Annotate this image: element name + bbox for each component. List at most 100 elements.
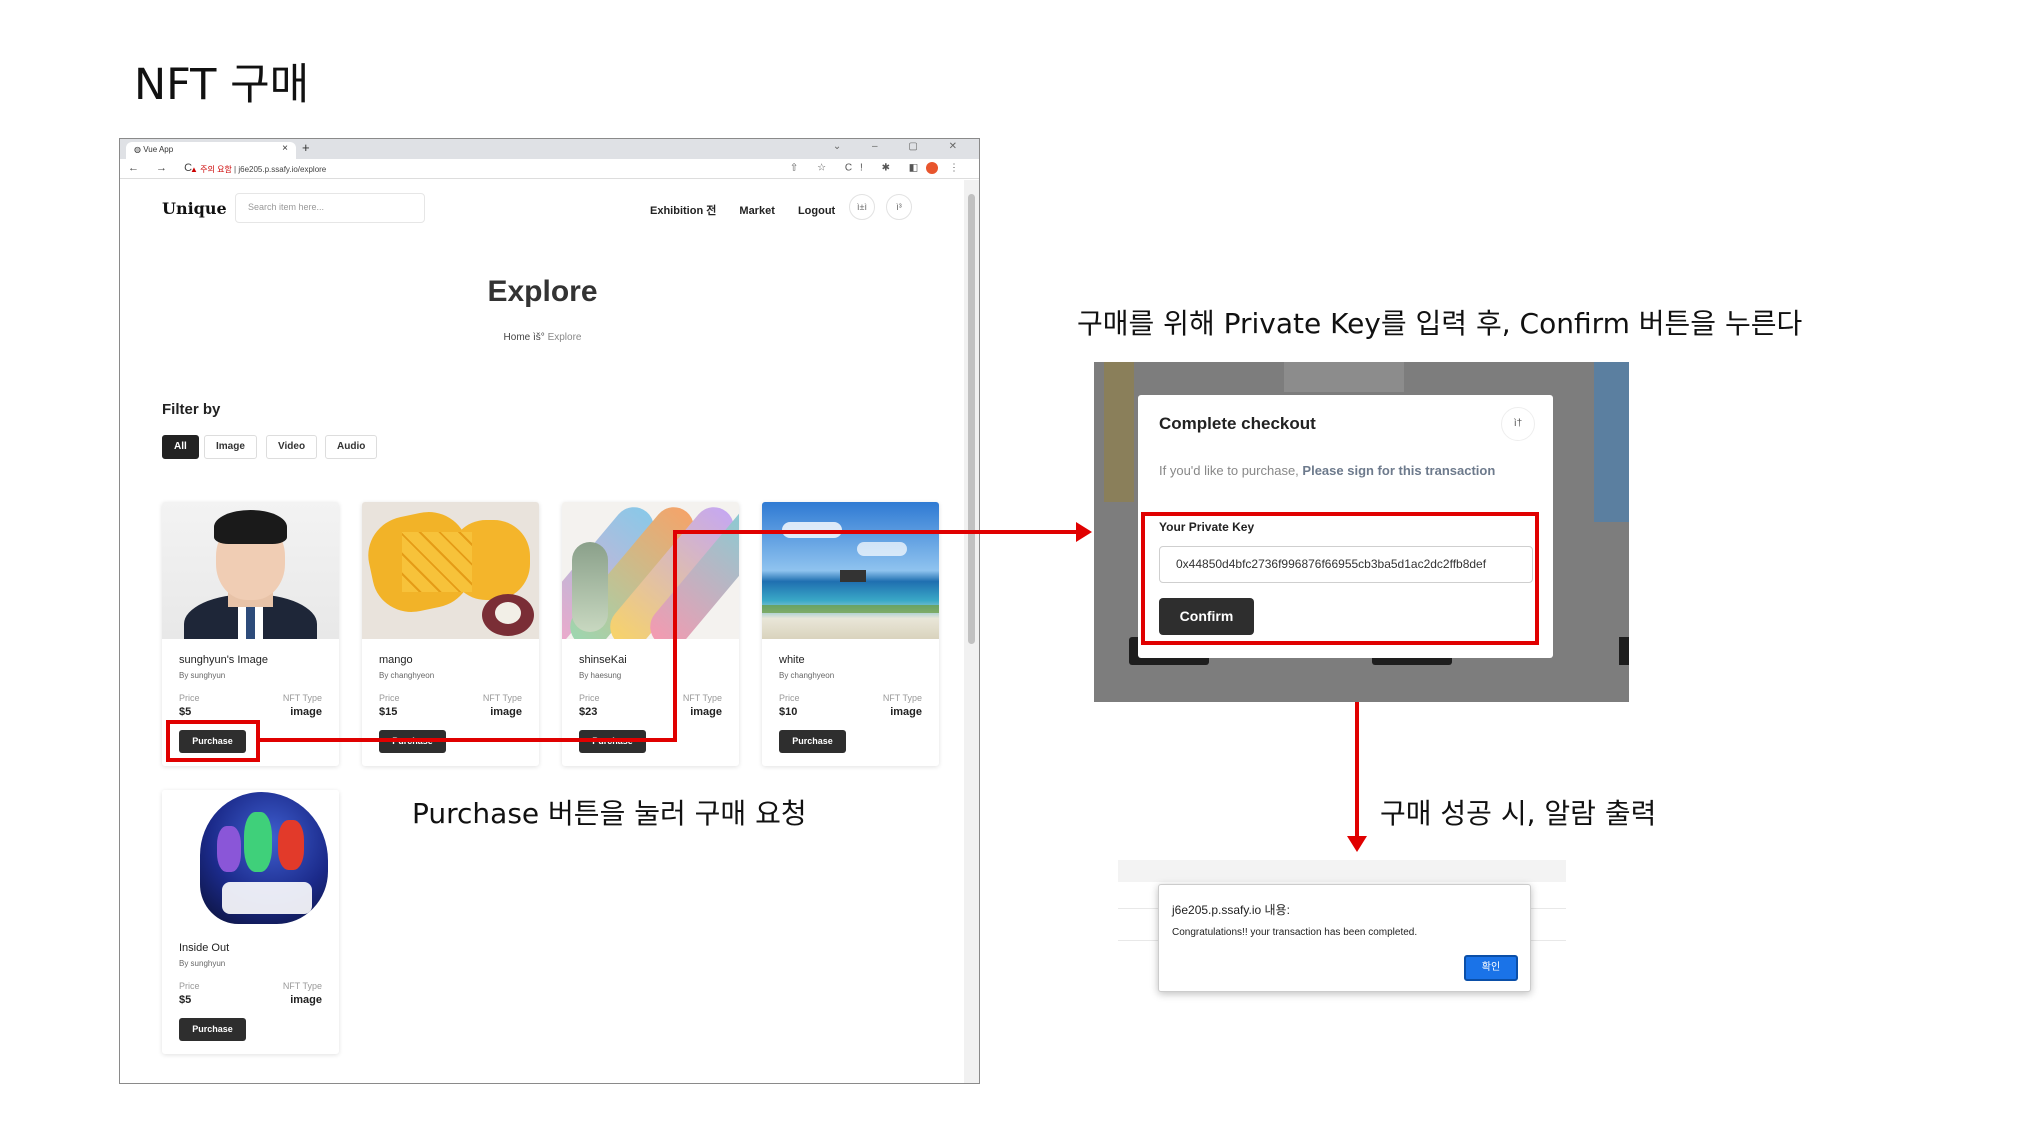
nft-image[interactable] bbox=[162, 790, 339, 927]
card-title[interactable]: sunghyun's Image bbox=[179, 654, 268, 666]
profile-avatar[interactable] bbox=[926, 162, 939, 174]
modal-subtitle-emphasis: Please sign for this transaction bbox=[1302, 463, 1496, 478]
close-icon[interactable]: ì† bbox=[1501, 407, 1535, 441]
type-value: image bbox=[490, 706, 522, 718]
slide-title: NFT 구매 bbox=[134, 60, 310, 110]
connector-line bbox=[673, 530, 677, 742]
nav-logout[interactable]: Logout bbox=[798, 205, 835, 217]
nav-arrows-icon[interactable]: ← → C bbox=[128, 162, 199, 174]
browser-tab[interactable]: ◍ Vue App × bbox=[126, 142, 296, 159]
price-label: Price bbox=[179, 693, 200, 703]
card-creator: By changhyeon bbox=[779, 671, 835, 680]
price-label: Price bbox=[579, 693, 600, 703]
top-nav: Exhibition 전 Market Logout bbox=[650, 202, 855, 218]
card-creator: By haesung bbox=[579, 671, 622, 680]
filter-all[interactable]: All bbox=[162, 435, 199, 459]
price-value: $5 bbox=[179, 994, 192, 1006]
price-label: Price bbox=[779, 693, 800, 703]
modal-title: Complete checkout bbox=[1159, 414, 1316, 433]
card-creator: By changhyeon bbox=[379, 671, 435, 680]
arrow-right-icon bbox=[1076, 522, 1092, 542]
card-creator: By sunghyun bbox=[179, 959, 226, 968]
price-label: Price bbox=[379, 693, 400, 703]
nft-image[interactable] bbox=[162, 502, 339, 639]
filter-audio[interactable]: Audio bbox=[325, 435, 378, 459]
extension-icons[interactable]: ⇧ ☆ C! ✱ ◧ ⋮ bbox=[790, 162, 967, 174]
search-input[interactable]: Search item here... bbox=[235, 193, 425, 223]
backdrop-button bbox=[1619, 637, 1629, 665]
type-label: NFT Type bbox=[482, 693, 522, 703]
alert-message: Congratulations!! your transaction has b… bbox=[1172, 927, 1418, 938]
filter-title: Filter by bbox=[162, 401, 221, 418]
window-controls[interactable]: ⌄ – ▢ ✕ bbox=[833, 141, 971, 152]
tab-title: Vue App bbox=[143, 145, 174, 154]
url-field[interactable]: ▲ 주의 요함 | j6e205.p.ssafy.io/explore bbox=[190, 164, 326, 175]
ok-button[interactable]: 확인 bbox=[1464, 955, 1518, 981]
nft-image[interactable] bbox=[562, 502, 739, 639]
backdrop-card bbox=[1284, 362, 1404, 392]
arrow-down-icon bbox=[1347, 836, 1367, 852]
site-logo[interactable]: Unique bbox=[162, 199, 227, 218]
caption-purchase: Purchase 버튼을 눌러 구매 요청 bbox=[412, 797, 807, 830]
nav-market[interactable]: Market bbox=[739, 205, 774, 217]
modal-subtitle-text: If you'd like to purchase, bbox=[1159, 463, 1303, 478]
connector-line bbox=[1355, 702, 1359, 840]
highlight-purchase bbox=[166, 720, 260, 762]
purchase-button[interactable]: Purchase bbox=[179, 1018, 246, 1041]
nav-exhibition[interactable]: Exhibition 전 bbox=[650, 205, 716, 217]
type-label: NFT Type bbox=[682, 693, 722, 703]
filter-video[interactable]: Video bbox=[266, 435, 318, 459]
price-value: $5 bbox=[179, 706, 192, 718]
tab-bar: ◍ Vue App × + ⌄ – ▢ ✕ bbox=[120, 139, 979, 159]
caption-alert: 구매 성공 시, 알람 출력 bbox=[1380, 797, 1657, 830]
nft-image[interactable] bbox=[762, 502, 939, 639]
type-label: NFT Type bbox=[882, 693, 922, 703]
breadcrumb-current: Explore bbox=[547, 332, 582, 343]
nft-image[interactable] bbox=[362, 502, 539, 639]
alert-title: j6e205.p.ssafy.io 내용: bbox=[1172, 903, 1290, 917]
profile-icon[interactable]: ì³ bbox=[886, 194, 912, 220]
backdrop-card bbox=[1104, 362, 1134, 502]
nft-card: Inside Out By sunghyun Price $5 NFT Type… bbox=[162, 790, 339, 1054]
new-tab-button[interactable]: + bbox=[302, 140, 310, 155]
breadcrumb-home[interactable]: Home bbox=[504, 332, 531, 343]
highlight-private-key bbox=[1141, 512, 1539, 645]
address-bar: ← → C ▲ 주의 요함 | j6e205.p.ssafy.io/explor… bbox=[120, 159, 979, 179]
wallet-icon[interactable]: ì±ì bbox=[849, 194, 875, 220]
type-value: image bbox=[290, 994, 322, 1006]
breadcrumb: Home ìš° Explore bbox=[120, 332, 965, 343]
globe-icon: ◍ bbox=[134, 145, 141, 154]
connector-line bbox=[673, 530, 1078, 534]
connector-line bbox=[260, 738, 677, 742]
backdrop-card bbox=[1594, 362, 1629, 522]
alert-screenshot: j6e205.p.ssafy.io 내용: Congratulations!! … bbox=[1118, 860, 1566, 1000]
price-value: $23 bbox=[579, 706, 598, 718]
scrollbar-thumb[interactable] bbox=[968, 194, 975, 644]
card-title[interactable]: white bbox=[779, 654, 805, 666]
card-title[interactable]: Inside Out bbox=[179, 942, 229, 954]
nft-card: white By changhyeon Price $10 NFT Type i… bbox=[762, 502, 939, 766]
card-title[interactable]: mango bbox=[379, 654, 413, 666]
page-viewport: Unique Search item here... Exhibition 전 … bbox=[120, 180, 965, 1083]
modal-subtitle: If you'd like to purchase, Please sign f… bbox=[1159, 463, 1495, 478]
filter-image[interactable]: Image bbox=[204, 435, 257, 459]
url-text: j6e205.p.ssafy.io/explore bbox=[238, 165, 327, 174]
security-warning[interactable]: ▲ 주의 요함 bbox=[190, 165, 232, 174]
nft-card: mango By changhyeon Price $15 NFT Type i… bbox=[362, 502, 539, 766]
backdrop-strip bbox=[1118, 860, 1566, 882]
caption-modal: 구매를 위해 Private Key를 입력 후, Confirm 버튼을 누른… bbox=[1077, 307, 1803, 340]
menu-icon[interactable]: ⋮ bbox=[949, 163, 967, 174]
purchase-button[interactable]: Purchase bbox=[779, 730, 846, 753]
browser-window: ◍ Vue App × + ⌄ – ▢ ✕ ← → C ▲ 주의 요함 | j6… bbox=[119, 138, 980, 1084]
breadcrumb-separator: ìš° bbox=[533, 332, 545, 343]
type-label: NFT Type bbox=[282, 693, 322, 703]
type-label: NFT Type bbox=[282, 981, 322, 991]
close-icon[interactable]: × bbox=[282, 143, 288, 154]
price-value: $10 bbox=[779, 706, 798, 718]
card-creator: By sunghyun bbox=[179, 671, 226, 680]
extension-icons-glyphs: ⇧ ☆ C! ✱ ◧ bbox=[789, 162, 927, 174]
page-title: Explore bbox=[487, 275, 598, 308]
scrollbar[interactable] bbox=[964, 180, 979, 1083]
nft-card: shinseKai By haesung Price $23 NFT Type … bbox=[562, 502, 739, 766]
card-title[interactable]: shinseKai bbox=[579, 654, 627, 666]
